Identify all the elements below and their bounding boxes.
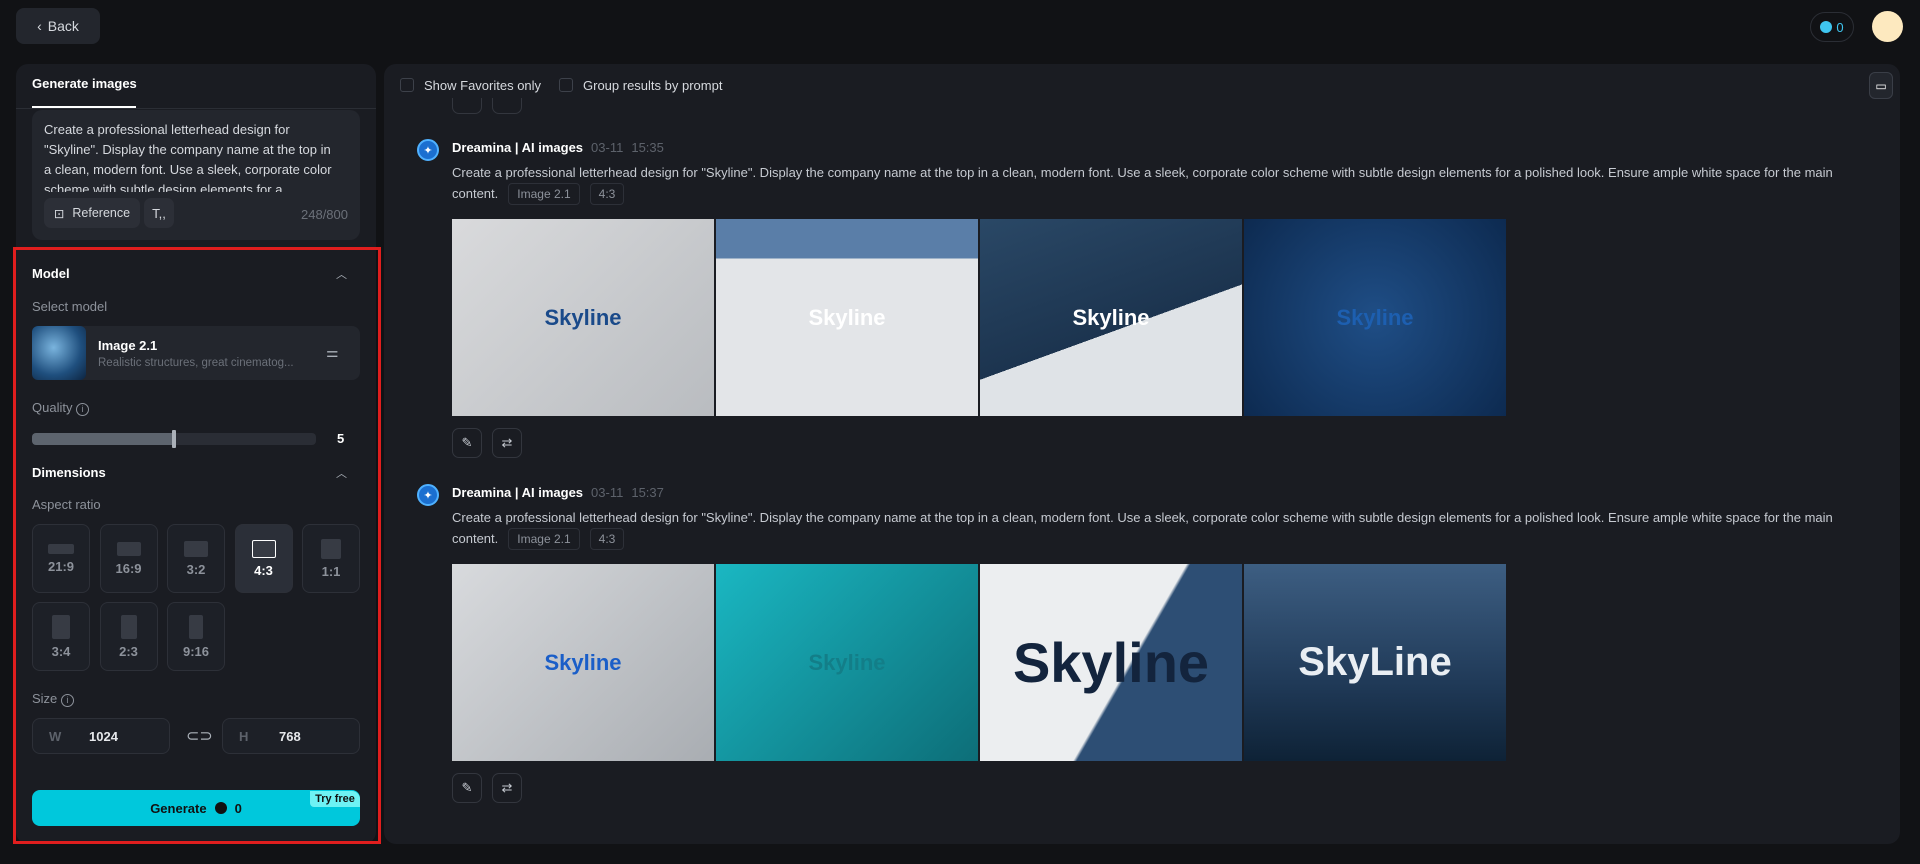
pencil-icon: ✎ <box>461 780 473 795</box>
regenerate-button[interactable] <box>492 98 522 114</box>
collapse-model-icon[interactable]: ︿ <box>336 266 347 282</box>
size-label: Size i <box>32 691 74 707</box>
dreamina-logo-icon: ✦ <box>417 484 439 506</box>
dimensions-heading: Dimensions <box>32 465 106 480</box>
aspect-ratio-label: Aspect ratio <box>32 497 101 512</box>
edit-button[interactable] <box>452 98 482 114</box>
height-input[interactable]: H 768 <box>222 718 360 754</box>
group-checkbox[interactable] <box>559 78 573 92</box>
ratio-shape-icon <box>52 614 70 639</box>
quality-label: Quality i <box>32 400 90 416</box>
avatar[interactable] <box>1872 11 1903 42</box>
favorites-checkbox[interactable] <box>400 78 414 92</box>
aspect-ratio-16-9[interactable]: 16:9 <box>99 524 158 593</box>
group-header: Dreamina | AI images 03-11 15:35 <box>452 140 664 155</box>
aspect-ratio-4-3[interactable]: 4:3 <box>234 524 293 593</box>
try-free-badge: Try free <box>310 791 360 807</box>
quality-slider-fill <box>32 433 174 445</box>
image-add-icon: ⊡ <box>53 206 65 221</box>
ratio-chip: 4:3 <box>589 528 625 550</box>
generated-image[interactable]: Skyline <box>716 219 978 416</box>
ratio-shape-icon <box>184 540 208 557</box>
reference-button[interactable]: ⊡ Reference <box>44 198 140 228</box>
ratio-chip: 4:3 <box>589 183 625 205</box>
settings-sliders-icon[interactable]: ⚌ <box>326 344 339 361</box>
source-name: Dreamina | AI images <box>452 140 584 155</box>
text-icon: T,, <box>152 205 166 221</box>
group-label: Group results by prompt <box>583 78 723 93</box>
time: 15:37 <box>631 485 664 500</box>
model-chip: Image 2.1 <box>508 528 580 550</box>
text-style-button[interactable]: T,, <box>144 198 174 228</box>
date: 03-11 <box>591 485 624 500</box>
ratio-shape-icon <box>48 543 74 554</box>
aspect-ratio-3-2[interactable]: 3:2 <box>167 524 225 593</box>
char-count: 248/800 <box>301 207 348 222</box>
aspect-ratio-9-16[interactable]: 9:16 <box>167 602 225 671</box>
favorites-label: Show Favorites only <box>424 78 542 93</box>
width-input[interactable]: W 1024 <box>32 718 170 754</box>
divider <box>16 108 376 109</box>
model-heading: Model <box>32 266 70 281</box>
credits-badge[interactable]: 0 <box>1810 12 1854 42</box>
aspect-ratio-3-4[interactable]: 3:4 <box>32 602 90 671</box>
time: 15:35 <box>631 140 664 155</box>
ratio-shape-icon <box>321 538 341 559</box>
info-icon: i <box>60 694 74 707</box>
model-name: Image 2.1 <box>98 338 158 353</box>
repeat-icon: ⇄ <box>501 435 513 450</box>
regenerate-button[interactable]: ⇄ <box>492 773 522 803</box>
ratio-shape-icon <box>189 614 203 639</box>
back-button[interactable]: ‹ Back <box>16 8 100 44</box>
group-prompt: Create a professional letterhead design … <box>452 163 1852 205</box>
date: 03-11 <box>591 140 624 155</box>
chevron-left-icon: ‹ <box>37 18 42 34</box>
generated-image[interactable]: Skyline <box>980 219 1242 416</box>
dreamina-logo-icon: ✦ <box>417 139 439 161</box>
quality-value: 5 <box>337 431 345 446</box>
generated-image[interactable]: Skyline <box>452 219 714 416</box>
aspect-ratio-21-9[interactable]: 21:9 <box>32 524 90 593</box>
model-chip: Image 2.1 <box>508 183 580 205</box>
source-name: Dreamina | AI images <box>452 485 584 500</box>
pencil-icon: ✎ <box>461 435 473 450</box>
edit-button[interactable]: ✎ <box>452 773 482 803</box>
ratio-shape-icon <box>251 539 276 558</box>
generated-image[interactable]: Skyline <box>980 564 1242 761</box>
repeat-icon: ⇄ <box>501 780 513 795</box>
quality-slider-handle[interactable] <box>172 430 176 448</box>
select-model-label: Select model <box>32 299 108 314</box>
info-icon: i <box>76 403 90 416</box>
ratio-shape-icon <box>120 614 137 639</box>
credit-icon <box>214 802 227 814</box>
generated-image[interactable]: Skyline <box>1244 219 1506 416</box>
prompt-input[interactable]: Create a professional letterhead design … <box>44 120 334 192</box>
regenerate-button[interactable]: ⇄ <box>492 428 522 458</box>
ratio-shape-icon <box>116 541 141 556</box>
edit-button[interactable]: ✎ <box>452 428 482 458</box>
group-prompt: Create a professional letterhead design … <box>452 508 1852 550</box>
generated-image[interactable]: SkyLine <box>1244 564 1506 761</box>
credit-icon <box>1820 21 1833 33</box>
collapse-dimensions-icon[interactable]: ︿ <box>336 465 347 481</box>
model-description: Realistic structures, great cinematog... <box>98 357 294 369</box>
generated-image[interactable]: Skyline <box>452 564 714 761</box>
tab-generate-images[interactable]: Generate images <box>32 76 137 91</box>
group-header: Dreamina | AI images 03-11 15:37 <box>452 485 664 500</box>
generated-image[interactable]: Skyline <box>716 564 978 761</box>
model-thumbnail <box>32 326 86 380</box>
folder-button[interactable]: ▭ <box>1869 72 1893 99</box>
aspect-ratio-1-1[interactable]: 1:1 <box>302 524 360 593</box>
link-icon[interactable]: ⊂⊃ <box>186 726 213 746</box>
folder-icon: ▭ <box>1875 78 1887 93</box>
aspect-ratio-2-3[interactable]: 2:3 <box>99 602 158 671</box>
